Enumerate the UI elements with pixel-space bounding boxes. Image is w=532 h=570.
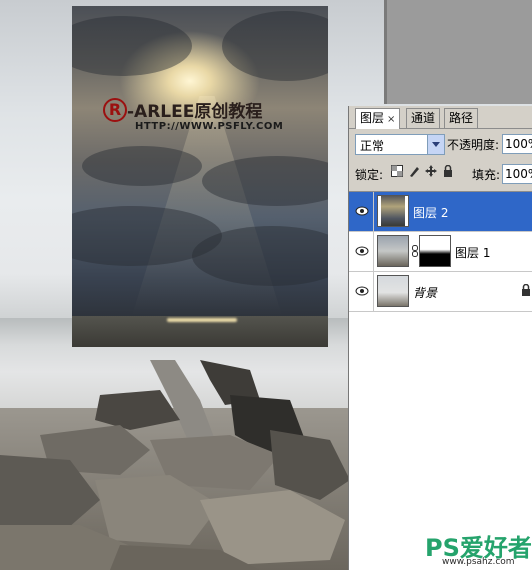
lock-image-pixels-icon[interactable] xyxy=(408,165,420,177)
fill-label: 填充: xyxy=(472,168,501,182)
layers-panel: 图层× 通道 路径 正常 不透明度: 100% 锁定: 填充: 100% 图层 … xyxy=(348,106,532,570)
background-image-rocks xyxy=(0,360,350,570)
layer-thumbnail xyxy=(377,235,409,267)
layer-thumbnail xyxy=(377,275,409,307)
layer-name[interactable]: 图层 1 xyxy=(455,244,490,261)
layer-thumbnail xyxy=(377,195,409,227)
panel-tabs: 图层 × 通道 路径 xyxy=(349,106,532,129)
opacity-field[interactable]: 100% xyxy=(502,134,532,154)
tab-paths[interactable]: 路径 xyxy=(444,108,479,128)
tab-layers[interactable]: 图层 × xyxy=(355,108,401,129)
opacity-label: 不透明度: xyxy=(447,138,500,152)
lock-position-icon[interactable] xyxy=(425,165,437,177)
tab-channels[interactable]: 通道 xyxy=(406,108,441,128)
fill-field[interactable]: 100% xyxy=(502,164,532,184)
lock-transparent-pixels-icon[interactable] xyxy=(391,165,403,177)
brand-title: -ARLEE原创教程 xyxy=(127,102,263,122)
lock-icon xyxy=(522,284,530,296)
eye-icon[interactable] xyxy=(355,245,369,257)
layer-mask-thumbnail[interactable] xyxy=(419,235,451,267)
layer-row-layer-2[interactable]: 图层 2 xyxy=(349,192,532,232)
watermark-url: www.psahz.com xyxy=(442,557,515,567)
layer-row-background[interactable]: 背景 xyxy=(349,272,532,312)
layer-options-bar: 正常 不透明度: 100% 锁定: 填充: 100% xyxy=(349,129,532,192)
lock-all-icon[interactable] xyxy=(442,165,454,177)
layer-name[interactable]: 背景 xyxy=(413,284,437,301)
chevron-down-icon[interactable] xyxy=(427,135,444,154)
layers-list: 图层 2 图层 1 背景 xyxy=(349,192,532,570)
eye-icon[interactable] xyxy=(355,205,369,217)
close-tab-icon[interactable]: × xyxy=(387,114,395,125)
registered-mark-icon: R xyxy=(103,97,127,122)
eye-icon[interactable] xyxy=(355,285,369,297)
workspace-background xyxy=(384,0,532,104)
lock-label: 锁定: xyxy=(355,168,384,182)
layer-row-layer-1[interactable]: 图层 1 xyxy=(349,232,532,272)
blend-mode-select[interactable]: 正常 xyxy=(355,134,445,155)
brand-url: HTTP://WWW.PSFLY.COM xyxy=(135,121,284,132)
layer-name[interactable]: 图层 2 xyxy=(413,204,448,221)
chain-link-icon[interactable] xyxy=(412,245,418,257)
brand-logo-text: R -ARLEE原创教程 xyxy=(103,97,262,122)
layer-2-photo[interactable] xyxy=(72,6,328,347)
